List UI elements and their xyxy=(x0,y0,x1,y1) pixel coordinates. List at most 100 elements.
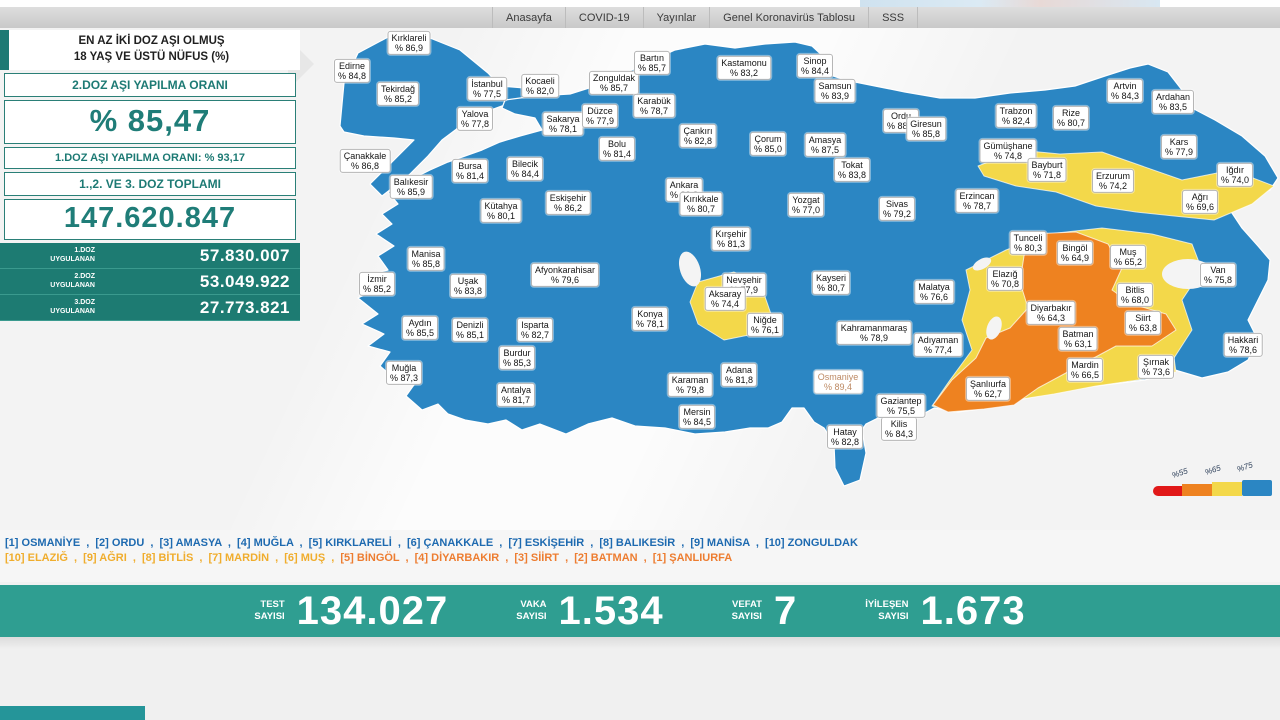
province-name: Siirt xyxy=(1129,313,1157,323)
province-rate: % 66,5 xyxy=(1071,370,1099,380)
province-label[interactable]: Eskişehir % 86,2 xyxy=(546,191,591,215)
province-label[interactable]: Ardahan % 83,5 xyxy=(1152,90,1194,114)
province-rate: % 83,2 xyxy=(721,68,767,78)
province-label[interactable]: Artvin % 84,3 xyxy=(1107,79,1143,103)
province-label[interactable]: Adıyaman % 77,4 xyxy=(914,333,963,357)
province-label[interactable]: Çorum % 85,0 xyxy=(750,132,786,156)
province-label[interactable]: Elazığ % 70,8 xyxy=(987,267,1023,291)
province-label[interactable]: Kars % 77,9 xyxy=(1161,135,1197,159)
province-label[interactable]: Hatay % 82,8 xyxy=(827,425,863,449)
panel-header-line2: 18 YAŞ VE ÜSTÜ NÜFUS (%) xyxy=(9,50,294,66)
province-label[interactable]: Bilecik % 84,4 xyxy=(507,157,543,181)
province-name: Mardin xyxy=(1071,360,1099,370)
province-label[interactable]: Hakkari % 78,6 xyxy=(1224,333,1263,357)
province-label[interactable]: Yalova % 77,8 xyxy=(457,107,493,131)
province-label[interactable]: Giresun % 85,8 xyxy=(906,117,946,141)
province-label[interactable]: Kastamonu % 83,2 xyxy=(717,56,771,80)
province-label[interactable]: Batman % 63,1 xyxy=(1058,327,1097,351)
province-label[interactable]: Çanakkale % 86,8 xyxy=(340,149,391,173)
province-label[interactable]: Samsun % 83,9 xyxy=(814,79,855,103)
province-label[interactable]: Afyonkarahisar % 79,6 xyxy=(531,263,599,287)
province-label[interactable]: Kahramanmaraş % 78,9 xyxy=(837,321,912,345)
province-label[interactable]: Siirt % 63,8 xyxy=(1125,311,1161,335)
province-label[interactable]: Edirne % 84,8 xyxy=(334,59,370,83)
province-label[interactable]: Tekirdağ % 85,2 xyxy=(377,82,419,106)
province-label[interactable]: Karabük % 78,7 xyxy=(633,94,675,118)
province-label[interactable]: Amasya % 87,5 xyxy=(805,133,846,157)
province-label[interactable]: Diyarbakır % 64,3 xyxy=(1026,301,1075,325)
province-label[interactable]: İzmir % 85,2 xyxy=(359,272,395,296)
province-label[interactable]: Kırklareli % 86,9 xyxy=(387,31,430,55)
province-label[interactable]: Kocaeli % 82,0 xyxy=(521,74,559,98)
province-label[interactable]: Erzurum % 74,2 xyxy=(1092,169,1134,193)
province-label[interactable]: İstanbul % 77,5 xyxy=(467,77,507,101)
province-label[interactable]: Muş % 65,2 xyxy=(1110,245,1146,269)
nav-item[interactable]: COVID-19 xyxy=(566,7,644,28)
province-label[interactable]: Adana % 81,8 xyxy=(721,363,757,387)
province-label[interactable]: Mardin % 66,5 xyxy=(1067,358,1103,382)
list-item: [2] ORDU xyxy=(95,537,144,549)
province-label[interactable]: Tokat % 83,8 xyxy=(834,158,870,182)
province-label[interactable]: Malatya % 76,6 xyxy=(914,280,954,304)
province-label[interactable]: Bayburt % 71,8 xyxy=(1027,158,1066,182)
province-label[interactable]: Trabzon % 82,4 xyxy=(996,104,1037,128)
province-name: Amasya xyxy=(809,135,842,145)
province-label[interactable]: Bartın % 85,7 xyxy=(634,51,670,75)
province-label[interactable]: Çankırı % 82,8 xyxy=(679,124,716,148)
province-label[interactable]: Kilis % 84,3 xyxy=(881,417,917,441)
province-label[interactable]: Isparta % 82,7 xyxy=(517,318,553,342)
province-label[interactable]: Kırıkkale % 80,7 xyxy=(679,192,722,216)
nav-item[interactable]: Anasayfa xyxy=(492,7,566,28)
province-label[interactable]: Rize % 80,7 xyxy=(1053,106,1089,130)
province-label[interactable]: Manisa % 85,8 xyxy=(407,247,444,271)
province-label[interactable]: Denizli % 85,1 xyxy=(452,318,488,342)
province-label[interactable]: Ağrı % 69,6 xyxy=(1182,190,1218,214)
dose-row-label-line1: 1.DOZ xyxy=(0,247,95,256)
nav-item[interactable]: SSS xyxy=(869,7,918,28)
province-rate: % 84,3 xyxy=(1111,91,1139,101)
province-rate: % 81,4 xyxy=(456,171,484,181)
province-label[interactable]: Aksaray % 74,4 xyxy=(705,287,746,311)
province-label[interactable]: Yozgat % 77,0 xyxy=(788,193,824,217)
province-label[interactable]: Bursa % 81,4 xyxy=(452,159,488,183)
province-label[interactable]: Van % 75,8 xyxy=(1200,263,1236,287)
province-label[interactable]: Bingöl % 64,9 xyxy=(1057,241,1093,265)
province-label[interactable]: Kırşehir % 81,3 xyxy=(711,227,750,251)
province-label[interactable]: Karaman % 79,8 xyxy=(668,373,713,397)
stat-label-line2: SAYISI xyxy=(732,611,762,623)
province-label[interactable]: Düzce % 77,9 xyxy=(582,104,618,128)
province-label[interactable]: Sakarya % 78,1 xyxy=(542,112,583,136)
stat-value: 134.027 xyxy=(297,589,449,634)
province-label[interactable]: Konya % 78,1 xyxy=(632,307,668,331)
province-label[interactable]: Kütahya % 80,1 xyxy=(480,199,521,223)
province-label[interactable]: Iğdır % 74,0 xyxy=(1217,163,1253,187)
province-rate: % 77,9 xyxy=(586,116,614,126)
province-label[interactable]: Şanlıurfa % 62,7 xyxy=(966,377,1010,401)
province-label[interactable]: Şırnak % 73,6 xyxy=(1138,355,1174,379)
province-label[interactable]: Muğla % 87,3 xyxy=(386,361,422,385)
province-label[interactable]: Sinop % 84,4 xyxy=(797,54,833,78)
province-label[interactable]: Antalya % 81,7 xyxy=(497,383,535,407)
province-name: Zonguldak xyxy=(593,73,635,83)
province-label[interactable]: Mersin % 84,5 xyxy=(679,405,715,429)
province-label[interactable]: Erzincan % 78,7 xyxy=(955,189,998,213)
province-label[interactable]: Tunceli % 80,3 xyxy=(1010,231,1047,255)
province-label[interactable]: Osmaniye % 89,4 xyxy=(814,370,863,394)
province-label[interactable]: Kayseri % 80,7 xyxy=(812,271,850,295)
province-rate: % 74,0 xyxy=(1221,175,1249,185)
province-label[interactable]: Sivas % 79,2 xyxy=(879,197,915,221)
dose-row-label-line2: UYGULANAN xyxy=(0,256,95,265)
province-label[interactable]: Uşak % 83,8 xyxy=(450,274,486,298)
province-label[interactable]: Niğde % 76,1 xyxy=(747,313,783,337)
province-rate: % 71,8 xyxy=(1031,170,1062,180)
dose-row-value: 53.049.922 xyxy=(95,272,300,292)
province-label[interactable]: Aydın % 85,5 xyxy=(402,316,438,340)
nav-item[interactable]: Genel Koronavirüs Tablosu xyxy=(710,7,869,28)
province-label[interactable]: Bitlis % 68,0 xyxy=(1117,283,1153,307)
province-label[interactable]: Burdur % 85,3 xyxy=(499,346,535,370)
province-label[interactable]: Bolu % 81,4 xyxy=(599,137,635,161)
nav-item[interactable]: Yayınlar xyxy=(644,7,711,28)
province-label[interactable]: Zonguldak % 85,7 xyxy=(589,71,639,95)
province-label[interactable]: Balıkesir % 85,9 xyxy=(390,175,433,199)
province-label[interactable]: Gaziantep % 75,5 xyxy=(876,394,925,418)
